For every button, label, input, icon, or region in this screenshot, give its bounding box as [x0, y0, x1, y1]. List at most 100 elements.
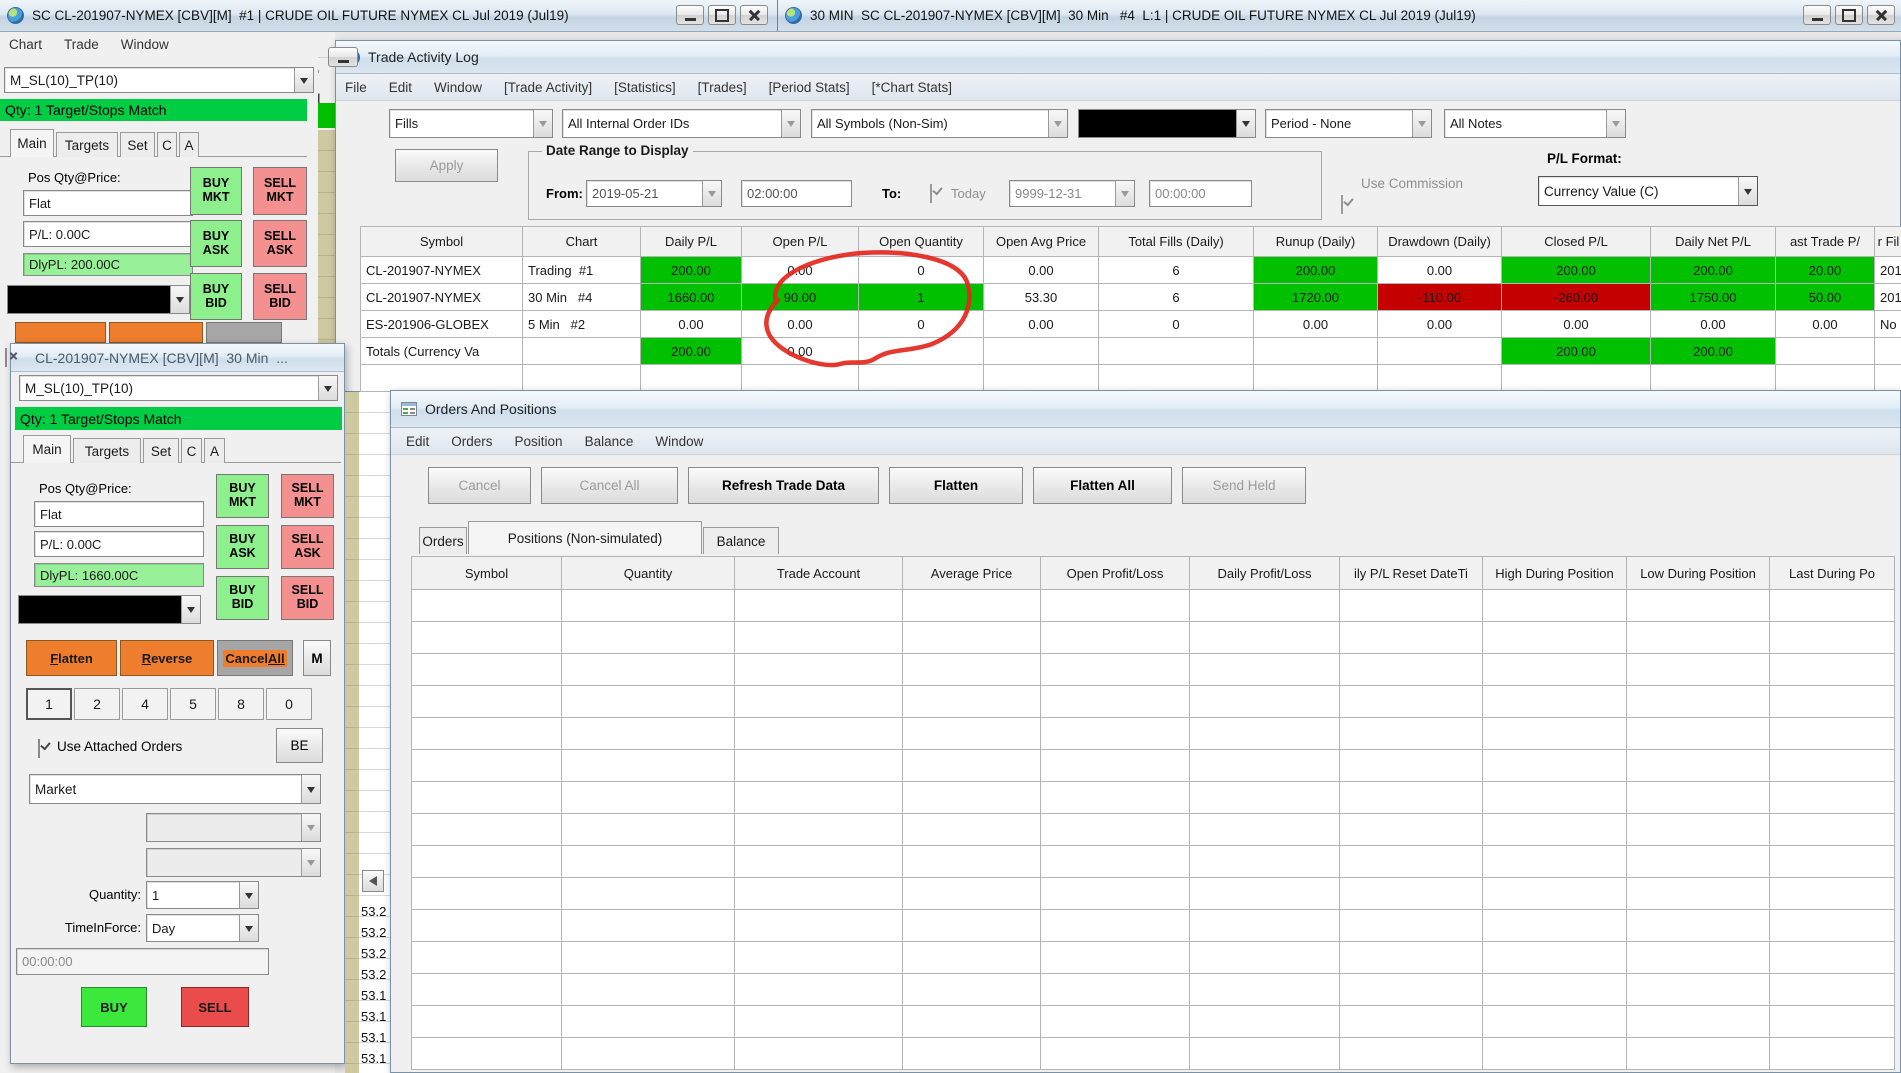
oap-empty-row-1[interactable]	[412, 622, 1895, 654]
tal-menu-6[interactable]: [Period Stats]	[769, 80, 850, 95]
chart1-menu-2[interactable]: Window	[121, 37, 169, 52]
tal-menu-2[interactable]: Window	[434, 80, 482, 95]
reverse-button-clipped[interactable]	[109, 322, 203, 343]
qty-preset-5[interactable]: 5	[170, 688, 216, 720]
tal-menu-5[interactable]: [Trades]	[698, 80, 747, 95]
tab-set[interactable]: Set	[120, 132, 155, 157]
buy-ask-button[interactable]: BUY ASK	[190, 220, 242, 267]
dropdown-icon[interactable]	[781, 110, 800, 137]
tab-targets[interactable]: Targets	[56, 132, 118, 157]
tal-column-header-7[interactable]: Runup (Daily)	[1254, 227, 1378, 257]
to-date-dropdown[interactable]: 9999-12-31	[1009, 180, 1135, 207]
oap-menu-2[interactable]: Position	[515, 434, 563, 449]
symbols-filter-dropdown[interactable]: All Symbols (Non-Sim)	[811, 109, 1068, 138]
sell-bid-button[interactable]: SELL BID	[281, 576, 334, 620]
oap-column-header-2[interactable]: Trade Account	[735, 557, 903, 590]
time-field[interactable]: 00:00:00	[16, 948, 269, 975]
tal-column-header-8[interactable]: Drawdown (Daily)	[1378, 227, 1502, 257]
chart2-titlebar[interactable]: 30 MIN SC CL-201907-NYMEX [CBV][M] 30 Mi…	[777, 0, 1901, 32]
tal-row-2[interactable]: ES-201906-GLOBEX 5 Min #2 0.00 0.00 0 0.00 0 0.…	[361, 311, 1901, 338]
tal-column-header-6[interactable]: Total Fills (Daily)	[1099, 227, 1254, 257]
notes-filter-dropdown[interactable]: All Notes	[1444, 109, 1626, 138]
cancel-button[interactable]: Cancel	[428, 467, 531, 504]
oap-empty-row-10[interactable]	[412, 910, 1895, 942]
oap-empty-row-3[interactable]	[412, 686, 1895, 718]
oap-empty-row-12[interactable]	[412, 974, 1895, 1006]
qty-preset-4[interactable]: 4	[122, 688, 168, 720]
oap-empty-row-9[interactable]	[412, 878, 1895, 910]
flatten-button[interactable]: Flatten	[889, 467, 1023, 504]
buy-bid-button[interactable]: BUY BID	[190, 273, 242, 320]
buy-button[interactable]: BUY	[81, 987, 147, 1027]
close-button[interactable]	[740, 5, 768, 25]
tab-a[interactable]: A	[179, 132, 199, 157]
tal-column-header-3[interactable]: Open P/L	[742, 227, 859, 257]
tal-column-header-5[interactable]: Open Avg Price	[984, 227, 1099, 257]
maximize-button[interactable]	[708, 5, 736, 25]
dropdown-icon[interactable]	[170, 286, 189, 313]
tab-balance[interactable]: Balance	[703, 527, 779, 554]
sell-bid-button[interactable]: SELL BID	[253, 273, 307, 320]
dropdown-icon[interactable]	[1738, 177, 1757, 205]
tal-column-header-0[interactable]: Symbol	[361, 227, 523, 257]
oap-empty-row-8[interactable]	[412, 846, 1895, 878]
close-button[interactable]	[1867, 5, 1895, 25]
m-button[interactable]: M	[303, 640, 331, 676]
oap-column-header-0[interactable]: Symbol	[412, 557, 562, 590]
qty-preset-0[interactable]: 0	[266, 688, 312, 720]
tab-a[interactable]: A	[204, 438, 225, 463]
oap-menu-0[interactable]: Edit	[406, 434, 429, 449]
use-commission-checkbox[interactable]	[1341, 195, 1343, 214]
tal-menu-0[interactable]: File	[345, 80, 367, 95]
dropdown-icon[interactable]	[301, 775, 320, 803]
buy-ask-button[interactable]: BUY ASK	[216, 525, 269, 569]
quantity-dropdown[interactable]: 1	[146, 881, 259, 909]
dropdown-icon[interactable]	[318, 376, 337, 400]
oap-empty-row-5[interactable]	[412, 750, 1895, 782]
tab-orders[interactable]: Orders	[419, 527, 467, 554]
account-dropdown-redacted[interactable]	[18, 595, 201, 624]
cancelall-button-clipped[interactable]	[206, 322, 282, 343]
oap-column-header-7[interactable]: High During Position	[1483, 557, 1627, 590]
tal-column-header-11[interactable]: ast Trade P/	[1776, 227, 1875, 257]
tal-row-1[interactable]: CL-201907-NYMEX 30 Min #4 1660.00 90.00 1 53.…	[361, 284, 1901, 311]
dom2-titlebar[interactable]: CL-201907-NYMEX [CBV][M] 30 Min ...	[11, 344, 344, 372]
tal-column-header-12[interactable]: r Fil	[1875, 227, 1901, 257]
tal-menu-7[interactable]: [*Chart Stats]	[872, 80, 952, 95]
oap-column-header-5[interactable]: Daily Profit/Loss	[1190, 557, 1340, 590]
qty-preset-8[interactable]: 8	[218, 688, 264, 720]
oap-empty-row-11[interactable]	[412, 942, 1895, 974]
dropdown-icon[interactable]	[239, 915, 258, 941]
tal-column-header-4[interactable]: Open Quantity	[859, 227, 984, 257]
oap-menu-3[interactable]: Balance	[585, 434, 634, 449]
dropdown-icon[interactable]	[181, 596, 200, 623]
tab-main[interactable]: Main	[23, 435, 71, 463]
from-time-field[interactable]: 02:00:00	[741, 180, 852, 207]
oap-empty-row-13[interactable]	[412, 1006, 1895, 1038]
qty-preset-1[interactable]: 1	[26, 688, 72, 720]
account-filter-dropdown-redacted[interactable]	[1078, 109, 1256, 138]
tab-targets[interactable]: Targets	[73, 438, 141, 463]
minimize-button[interactable]	[676, 5, 704, 25]
cancel-all-button[interactable]: Cancel All	[541, 467, 678, 504]
buy-bid-button[interactable]: BUY BID	[216, 576, 269, 620]
tal-column-header-1[interactable]: Chart	[523, 227, 641, 257]
oap-empty-row-4[interactable]	[412, 718, 1895, 750]
tab-main[interactable]: Main	[10, 129, 54, 157]
tal-menu-1[interactable]: Edit	[389, 80, 412, 95]
strategy-dropdown[interactable]: M_SL(10)_TP(10)	[19, 375, 338, 401]
tal-row-4[interactable]	[361, 365, 1901, 392]
flatten-all-button[interactable]: Flatten All	[1033, 467, 1172, 504]
dom2-close-button[interactable]	[5, 348, 7, 367]
oap-empty-row-2[interactable]	[412, 654, 1895, 686]
tal-row-3[interactable]: Totals (Currency Va 200.00 0.00 200.00 200.0…	[361, 338, 1901, 365]
tal-column-header-10[interactable]: Daily Net P/L	[1651, 227, 1776, 257]
maximize-button[interactable]	[1835, 5, 1863, 25]
dropdown-icon[interactable]	[702, 181, 721, 206]
dropdown-icon[interactable]	[1606, 110, 1625, 137]
oap-column-header-8[interactable]: Low During Position	[1627, 557, 1770, 590]
tab-set[interactable]: Set	[143, 438, 179, 463]
pl-format-dropdown[interactable]: Currency Value (C)	[1538, 176, 1758, 206]
tal-minimize-button[interactable]	[328, 47, 358, 67]
sell-mkt-button[interactable]: SELL MKT	[253, 167, 307, 215]
